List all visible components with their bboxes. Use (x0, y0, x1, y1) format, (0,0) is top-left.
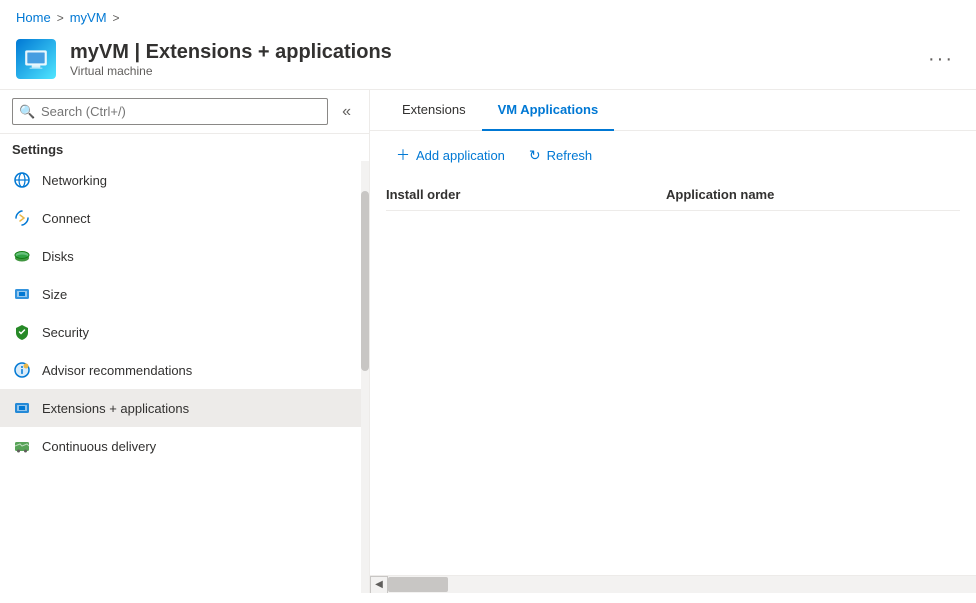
security-icon (12, 322, 32, 342)
breadcrumb-home[interactable]: Home (16, 10, 51, 25)
sidebar-item-extensions-label: Extensions + applications (42, 401, 189, 416)
scrollbar-track (388, 576, 976, 593)
sidebar-item-connect-label: Connect (42, 211, 90, 226)
sidebar-item-disks-label: Disks (42, 249, 74, 264)
tab-extensions[interactable]: Extensions (386, 90, 482, 131)
table-area: Install order Application name (370, 179, 976, 575)
sidebar-item-size[interactable]: Size (0, 275, 369, 313)
sidebar-item-advisor-label: Advisor recommendations (42, 363, 192, 378)
collapse-button[interactable]: « (336, 99, 357, 125)
search-wrapper: 🔍 (12, 98, 328, 125)
more-options-button[interactable]: ··· (922, 48, 960, 71)
sidebar-item-extensions[interactable]: Extensions + applications (0, 389, 369, 427)
sidebar-item-size-label: Size (42, 287, 67, 302)
sidebar-search-area: 🔍 « (0, 90, 369, 134)
sidebar-item-security[interactable]: Security (0, 313, 369, 351)
toolbar: ＋ Add application ↻ Refresh (370, 131, 976, 179)
scroll-left-button[interactable]: ◀ (370, 576, 388, 594)
sidebar-section-settings: Settings (0, 134, 369, 161)
sidebar: 🔍 « Settings Networking (0, 90, 370, 593)
sidebar-nav: Networking Connect (0, 161, 369, 593)
refresh-label: Refresh (547, 148, 593, 163)
tab-vm-applications[interactable]: VM Applications (482, 90, 615, 131)
sidebar-item-security-label: Security (42, 325, 89, 340)
content-area: Extensions VM Applications ＋ Add applica… (370, 90, 976, 593)
sidebar-item-advisor[interactable]: Advisor recommendations (0, 351, 369, 389)
size-icon (12, 284, 32, 304)
connect-icon (12, 208, 32, 228)
vm-icon (16, 39, 56, 79)
sidebar-item-connect[interactable]: Connect (0, 199, 369, 237)
sidebar-item-delivery[interactable]: Continuous delivery (0, 427, 369, 465)
delivery-icon (12, 436, 32, 456)
page-subtitle: Virtual machine (70, 64, 908, 78)
sidebar-item-networking[interactable]: Networking (0, 161, 369, 199)
refresh-button[interactable]: ↻ Refresh (519, 141, 602, 170)
page-header: myVM | Extensions + applications Virtual… (0, 31, 976, 90)
scrollbar-thumb[interactable] (388, 577, 448, 592)
search-input[interactable] (12, 98, 328, 125)
col-app-name: Application name (666, 187, 960, 202)
breadcrumb-vm[interactable]: myVM (70, 10, 107, 25)
sidebar-item-networking-label: Networking (42, 173, 107, 188)
main-layout: 🔍 « Settings Networking (0, 90, 976, 593)
sidebar-item-delivery-label: Continuous delivery (42, 439, 156, 454)
table-header: Install order Application name (386, 179, 960, 211)
header-text: myVM | Extensions + applications Virtual… (70, 40, 908, 78)
search-icon: 🔍 (19, 104, 35, 120)
horizontal-scrollbar: ◀ (370, 575, 976, 593)
sidebar-item-disks[interactable]: Disks (0, 237, 369, 275)
extensions-icon (12, 398, 32, 418)
advisor-icon (12, 360, 32, 380)
breadcrumb-sep2: > (113, 11, 120, 25)
disks-icon (12, 246, 32, 266)
tabs: Extensions VM Applications (370, 90, 976, 131)
networking-icon (12, 170, 32, 190)
refresh-icon: ↻ (529, 147, 541, 164)
page-title: myVM | Extensions + applications (70, 40, 908, 64)
add-application-label: Add application (416, 148, 505, 163)
breadcrumb-sep1: > (57, 11, 64, 25)
add-icon: ＋ (396, 145, 410, 165)
breadcrumb: Home > myVM > (0, 0, 976, 31)
col-install-order: Install order (386, 187, 666, 202)
add-application-button[interactable]: ＋ Add application (386, 139, 515, 171)
sidebar-scrollbar-thumb[interactable] (361, 191, 369, 371)
sidebar-scrollbar (361, 161, 369, 593)
